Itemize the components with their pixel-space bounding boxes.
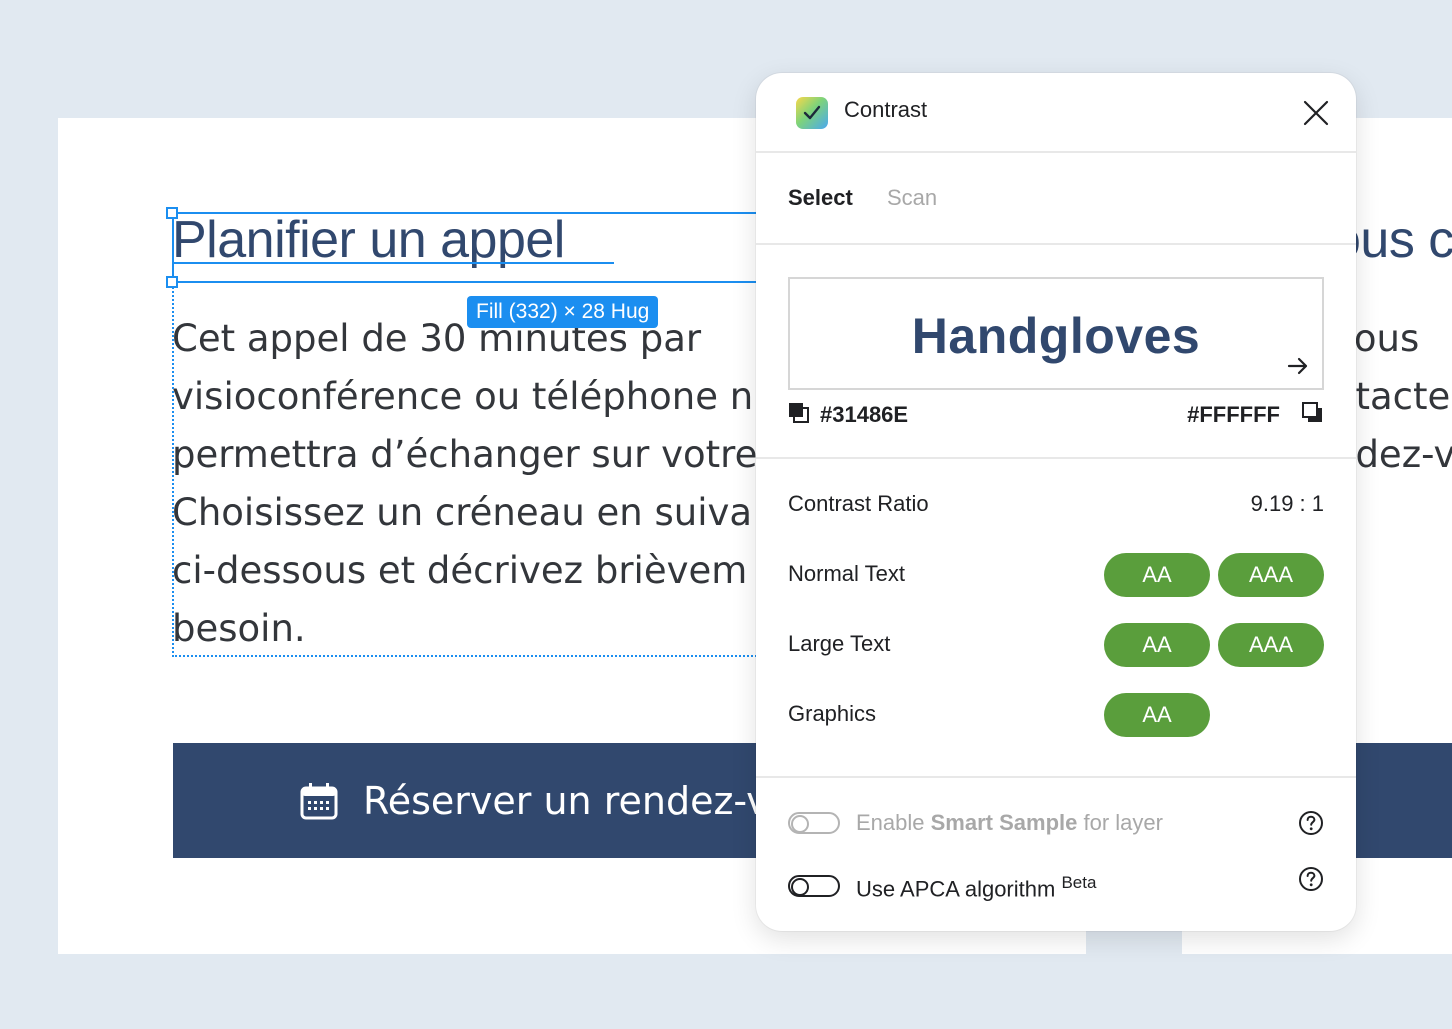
apca-label-text: Use APCA algorithm: [856, 876, 1062, 902]
smart-sample-suffix: for layer: [1077, 810, 1163, 835]
divider: [756, 776, 1356, 778]
selection-size-badge: Fill (332) × 28 Hug: [467, 296, 659, 328]
smart-sample-prefix: Enable: [856, 810, 931, 835]
apca-label: Use APCA algorithm Beta: [856, 873, 1096, 902]
apca-toggle[interactable]: [788, 875, 840, 897]
selection-box[interactable]: [172, 212, 772, 283]
checkmark-icon: [803, 105, 821, 120]
color-swatch-row: #31486E #FFFFFF: [788, 400, 1324, 430]
normal-text-label: Normal Text: [788, 561, 905, 586]
text-baseline: [174, 262, 614, 264]
help-icon[interactable]: [1298, 866, 1324, 892]
calendar-icon: [300, 782, 338, 819]
resize-handle[interactable]: [166, 276, 178, 288]
foreground-hex[interactable]: #31486E: [820, 402, 908, 428]
contrast-panel: Contrast Select Scan Handgloves #31486E …: [756, 73, 1356, 931]
large-text-aaa-badge: AAA: [1218, 623, 1324, 667]
beta-tag: Beta: [1061, 873, 1097, 892]
panel-header: Contrast: [756, 73, 1356, 153]
close-button[interactable]: [1302, 99, 1330, 127]
smart-sample-bold: Smart Sample: [930, 810, 1078, 835]
close-icon: [1303, 100, 1329, 126]
panel-title: Contrast: [844, 97, 928, 122]
normal-text-aaa-badge: AAA: [1218, 553, 1324, 597]
toggle-knob: [791, 878, 809, 896]
app-logo: [796, 97, 828, 129]
large-text-aa-badge: AA: [1104, 623, 1210, 667]
tab-bar: Select Scan: [756, 153, 1356, 245]
large-text-label: Large Text: [788, 631, 891, 656]
normal-text-aa-badge: AA: [1104, 553, 1210, 597]
background-hex[interactable]: #FFFFFF: [1187, 402, 1280, 428]
tab-select[interactable]: Select: [788, 185, 853, 211]
graphics-label: Graphics: [788, 701, 877, 726]
smart-sample-toggle[interactable]: [788, 812, 840, 834]
contrast-ratio-label: Contrast Ratio: [788, 491, 929, 516]
resize-handle[interactable]: [166, 207, 178, 219]
preview-sample-text: Handgloves: [911, 308, 1201, 364]
graphics-aa-badge: AA: [1104, 693, 1210, 737]
arrow-right-icon[interactable]: [1286, 354, 1310, 378]
contrast-preview[interactable]: Handgloves: [788, 277, 1324, 390]
tab-scan[interactable]: Scan: [887, 185, 937, 211]
foreground-swatch-icon[interactable]: [788, 402, 810, 424]
background-swatch-icon[interactable]: [1302, 402, 1324, 424]
toggle-knob: [791, 815, 809, 833]
help-icon[interactable]: [1298, 810, 1324, 836]
smart-sample-label: Enable Smart Sample for layer: [856, 810, 1163, 836]
divider: [756, 457, 1356, 459]
contrast-ratio-value: 9.19 : 1: [1250, 491, 1324, 516]
